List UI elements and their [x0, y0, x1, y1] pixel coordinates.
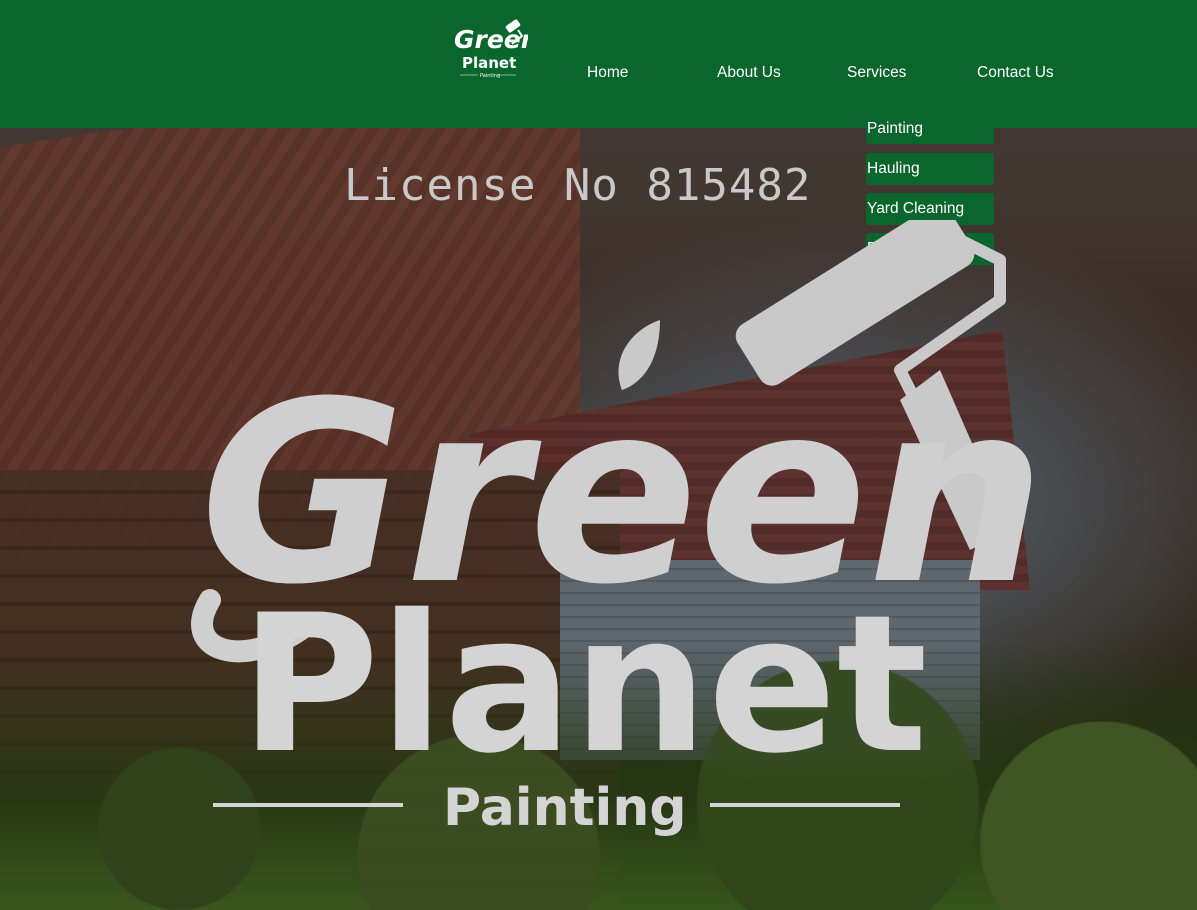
dropdown-item-painting[interactable]: Painting — [866, 113, 994, 144]
hero-logo-word: Planet — [240, 574, 928, 795]
dropdown-item-hauling[interactable]: Hauling — [866, 153, 994, 185]
nav-contact-link[interactable]: Contact Us — [977, 64, 1054, 82]
nav-logo-word: Planet — [462, 54, 516, 72]
nav-services-link[interactable]: Services — [847, 64, 906, 82]
nav-logo-tag: Painting — [480, 73, 500, 79]
nav-home-link[interactable]: Home — [587, 64, 628, 82]
license-number: License No 815482 — [344, 160, 812, 211]
nav-logo-script: Green — [454, 25, 528, 54]
hero-logo: Green Planet Painting — [191, 220, 1040, 838]
hero-logo-tag: Painting — [443, 778, 687, 838]
top-navbar: Green Planet Painting Home About Us Serv… — [0, 0, 1197, 128]
nav-about-link[interactable]: About Us — [717, 64, 781, 82]
nav-logo[interactable]: Green Planet Painting — [452, 18, 528, 82]
